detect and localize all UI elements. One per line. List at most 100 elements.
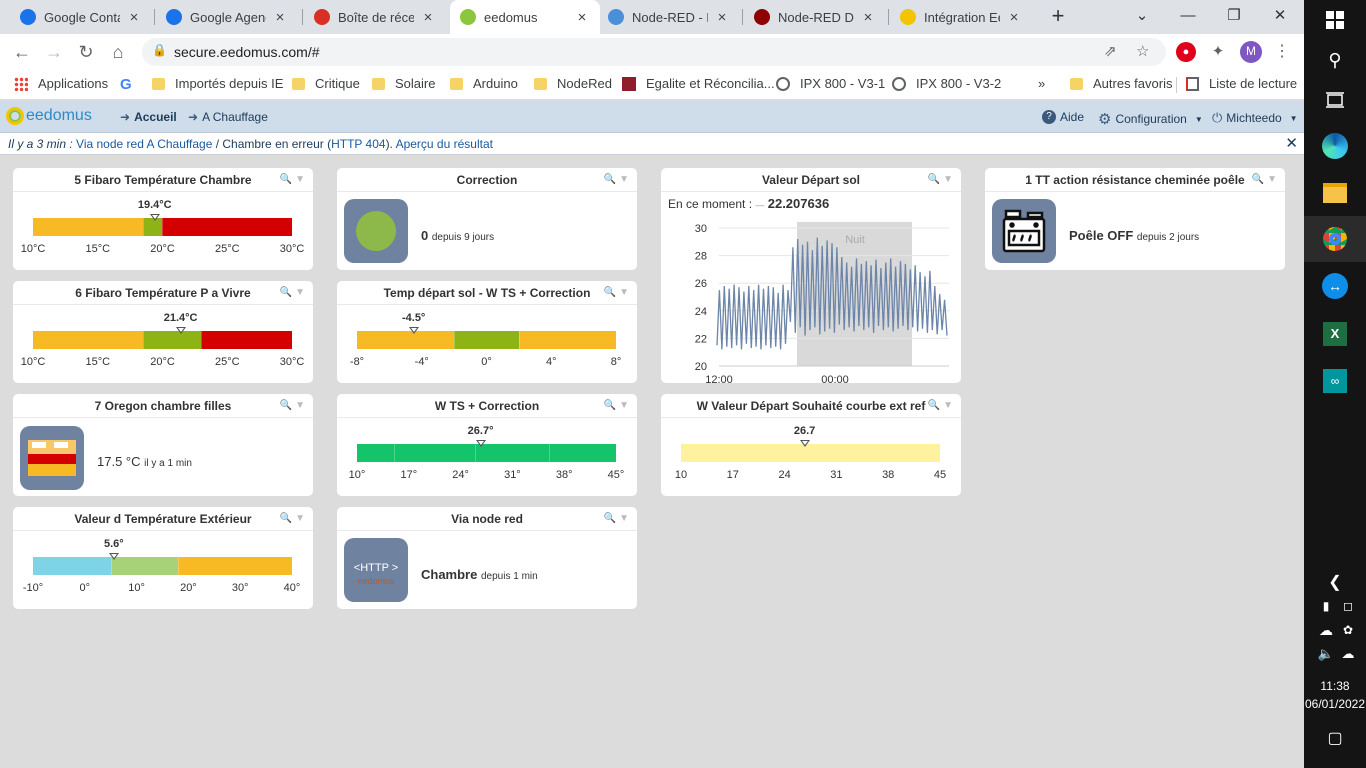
chrome-icon[interactable]	[1304, 216, 1366, 262]
widget-search-icon[interactable]: 🔍 ▼	[604, 513, 629, 524]
bookmark-label: Importés depuis IE	[175, 76, 284, 91]
tab-google-calendar[interactable]: Google Agenda ×	[156, 0, 298, 34]
close-tab-icon[interactable]: ×	[126, 9, 142, 26]
share-icon[interactable]: ⇗	[1104, 42, 1117, 60]
close-icon[interactable]: ✕	[1285, 133, 1298, 155]
reload-icon[interactable]: ↻	[74, 40, 98, 64]
bookmark-ipx-800-v3-2[interactable]: IPX 800 - V3-2	[892, 76, 1001, 91]
excel-icon[interactable]: X	[1319, 318, 1351, 350]
menu-kebab-icon[interactable]: ⋮	[1272, 42, 1292, 62]
back-icon[interactable]: ←	[10, 40, 34, 64]
bookmark-arduino[interactable]: Arduino	[450, 76, 518, 91]
google-calendar-icon	[166, 9, 182, 25]
notification-device-link[interactable]: Via node red A Chauffage	[76, 137, 212, 151]
line-chart[interactable]: Nuit 30 28 26 24 22 2012:00 00:00	[661, 168, 961, 383]
widget-search-icon[interactable]: 🔍 ▼	[280, 400, 305, 411]
widget-title: Temp départ sol - W TS + Correction	[383, 286, 591, 300]
y-tick-label: 28	[695, 251, 707, 263]
home-icon[interactable]: ⌂	[106, 40, 130, 64]
cloud-upload-icon[interactable]: ☁	[1332, 638, 1364, 670]
tab-eedomus[interactable]: eedomus ×	[450, 0, 600, 34]
tab-search[interactable]: Intégration Eedomus ×	[890, 0, 1032, 34]
bookmark-star-icon[interactable]: ☆	[1136, 42, 1149, 60]
nav-home[interactable]: ➜ Accueil	[120, 110, 177, 124]
arduino-icon[interactable]: ∞	[1319, 365, 1351, 397]
bookmark-google[interactable]: G	[120, 76, 132, 93]
search-icon	[900, 9, 916, 25]
widget-search-icon[interactable]: 🔍 ▼	[604, 174, 629, 185]
x-tick-label: 00:00	[821, 374, 849, 383]
extensions-icon[interactable]: ✦	[1208, 42, 1228, 62]
forward-icon[interactable]: →	[42, 40, 66, 64]
more-bookmarks-icon[interactable]: »	[1038, 76, 1045, 91]
task-view-icon[interactable]	[1319, 84, 1351, 116]
close-tab-icon[interactable]: ×	[714, 9, 730, 26]
tab-search-icon[interactable]: ⌄	[1128, 4, 1156, 28]
widget-title: Valeur d Température Extérieur	[74, 512, 252, 526]
widget-search-icon[interactable]: 🔍 ▼	[604, 287, 629, 298]
widget-value: 17.5 °C il y a 1 min	[97, 454, 192, 469]
search-icon[interactable]: ⚲	[1319, 44, 1351, 76]
config-menu[interactable]: ⚙ Configuration ▼	[1098, 110, 1203, 128]
tab-google-contacts[interactable]: Google Contacts ×	[10, 0, 152, 34]
reading-list-label: Liste de lecture	[1209, 76, 1298, 91]
notification-preview-link[interactable]: Aperçu du résultat	[396, 137, 493, 151]
bookmark-solaire[interactable]: Solaire	[372, 76, 435, 91]
tab-home[interactable]: Node-RED - Home ×	[598, 0, 740, 34]
bookmark-other-favorites[interactable]: Autres favoris	[1070, 76, 1172, 91]
widget-search-icon[interactable]: 🔍 ▼	[928, 400, 953, 411]
close-tab-icon[interactable]: ×	[1006, 9, 1022, 26]
close-tab-icon[interactable]: ×	[860, 9, 876, 26]
nav-room[interactable]: ➜ A Chauffage	[188, 110, 268, 124]
reading-list[interactable]: Liste de lecture	[1186, 76, 1297, 91]
tab-node-red[interactable]: Node-RED Dashboard ×	[744, 0, 886, 34]
gauge-tick-label: 17°	[400, 469, 418, 481]
adblock-icon[interactable]: ●	[1176, 42, 1196, 62]
bookmark-nodered[interactable]: NodeRed	[534, 76, 612, 91]
gauge-zone	[110, 557, 179, 575]
widget-search-icon[interactable]: 🔍 ▼	[604, 400, 629, 411]
gauge-bar	[357, 331, 616, 349]
file-explorer-icon[interactable]	[1319, 177, 1351, 209]
http-icon-text: <HTTP >	[353, 562, 399, 574]
widget-search-icon[interactable]: 🔍 ▼	[280, 174, 305, 185]
gauge-tick-label: 10°C	[20, 356, 46, 368]
close-tab-icon[interactable]: ×	[272, 9, 288, 26]
help-link[interactable]: ? Aide	[1042, 110, 1084, 124]
windows-start-icon[interactable]	[1319, 4, 1351, 36]
tab-gmail[interactable]: Boîte de réception ×	[304, 0, 446, 34]
minimize-icon[interactable]: —	[1174, 4, 1202, 28]
widget-search-icon[interactable]: 🔍 ▼	[1252, 174, 1277, 185]
new-tab-button[interactable]: +	[1046, 5, 1070, 29]
eedomus-logo[interactable]: eedomus	[6, 107, 92, 125]
restore-icon[interactable]: ❐	[1220, 4, 1248, 28]
close-window-icon[interactable]: ✕	[1266, 4, 1294, 28]
bookmark-critique[interactable]: Critique	[292, 76, 360, 91]
close-tab-icon[interactable]: ×	[574, 9, 590, 26]
notifications-icon[interactable]: ▢	[1319, 722, 1351, 754]
teamviewer-icon[interactable]: ↔	[1319, 270, 1351, 302]
address-bar[interactable]: 🔒 secure.eedomus.com/# ⇗ ☆	[142, 38, 1166, 66]
tab-bar: Google Contacts×Google Agenda×Boîte de r…	[0, 0, 1304, 34]
notification-error-link[interactable]: HTTP 404	[331, 137, 385, 151]
gauge-zone	[33, 331, 144, 349]
eedomus-header: eedomus ➜ Accueil ➜ A Chauffage ? Aide ⚙ Con…	[0, 101, 1304, 133]
bookmark-ipx-800-v3-1[interactable]: IPX 800 - V3-1	[776, 76, 885, 91]
clock-date[interactable]: 06/01/2022	[1304, 697, 1366, 711]
user-menu[interactable]: ⏻ Michteedo ▼	[1212, 110, 1298, 126]
widget-search-icon[interactable]: 🔍 ▼	[280, 513, 305, 524]
bookmark-import-s-depuis-ie[interactable]: Importés depuis IE	[152, 76, 283, 91]
green-circle-icon[interactable]	[344, 199, 408, 263]
url-text: secure.eedomus.com/#	[174, 44, 320, 60]
close-tab-icon[interactable]: ×	[420, 9, 436, 26]
widget-search-icon[interactable]: 🔍 ▼	[280, 287, 305, 298]
http-icon[interactable]: <HTTP > eedomus	[344, 538, 408, 602]
stove-icon[interactable]	[992, 199, 1056, 263]
bookmark-egalite-et-r-concilia[interactable]: Egalite et Réconcilia...	[622, 76, 775, 91]
bed-icon[interactable]	[20, 426, 84, 490]
edge-icon[interactable]	[1319, 130, 1351, 162]
browser-toolbar: ← → ↻ ⌂ 🔒 secure.eedomus.com/# ⇗ ☆ ● ✦ M…	[0, 34, 1304, 70]
profile-avatar[interactable]: M	[1240, 41, 1262, 63]
bookmark-applications[interactable]: Applications	[14, 76, 108, 91]
clock-time[interactable]: 11:38	[1304, 679, 1366, 693]
